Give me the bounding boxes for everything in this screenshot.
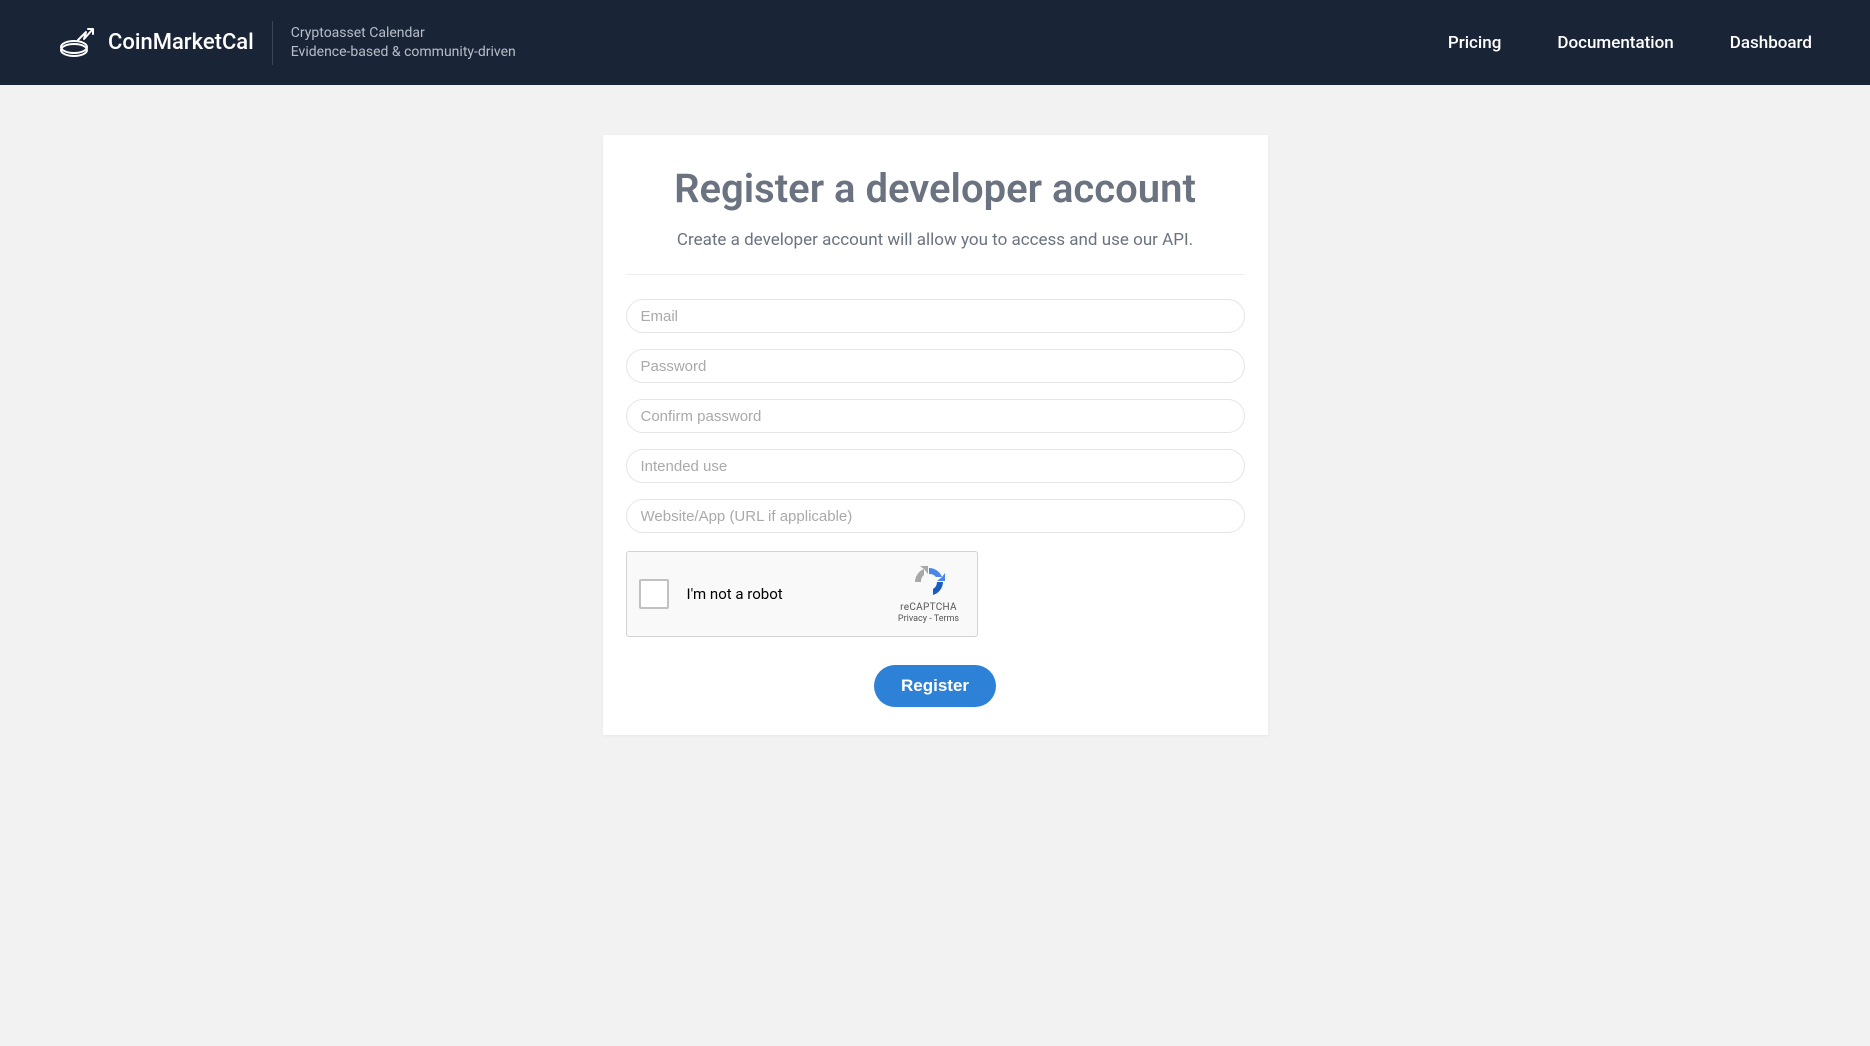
- logo-icon: [58, 27, 98, 59]
- main: Register a developer account Create a de…: [0, 85, 1870, 735]
- header-divider: [272, 21, 273, 65]
- confirm-password-field[interactable]: [626, 399, 1245, 433]
- recaptcha-terms-link[interactable]: Terms: [934, 614, 959, 624]
- register-button[interactable]: Register: [874, 665, 996, 707]
- intended-use-field[interactable]: [626, 449, 1245, 483]
- recaptcha-widget: I'm not a robot reCAPTCHA Privacy - Term…: [626, 551, 978, 637]
- header: CoinMarketCal Cryptoasset Calendar Evide…: [0, 0, 1870, 85]
- nav: Pricing Documentation Dashboard: [1448, 33, 1812, 53]
- recaptcha-checkbox[interactable]: [639, 579, 669, 609]
- tagline: Cryptoasset Calendar Evidence-based & co…: [291, 24, 516, 60]
- nav-dashboard[interactable]: Dashboard: [1730, 33, 1812, 53]
- email-field[interactable]: [626, 299, 1245, 333]
- nav-documentation[interactable]: Documentation: [1557, 33, 1673, 53]
- header-left: CoinMarketCal Cryptoasset Calendar Evide…: [58, 21, 516, 65]
- register-button-wrap: Register: [626, 665, 1245, 707]
- page-title: Register a developer account: [626, 165, 1245, 212]
- website-field[interactable]: [626, 499, 1245, 533]
- password-field[interactable]: [626, 349, 1245, 383]
- register-card: Register a developer account Create a de…: [603, 135, 1268, 735]
- recaptcha-right: reCAPTCHA Privacy - Terms: [893, 564, 965, 624]
- logo-text: CoinMarketCal: [108, 30, 254, 55]
- card-divider: [626, 274, 1245, 275]
- page-subtitle: Create a developer account will allow yo…: [626, 230, 1245, 250]
- recaptcha-privacy-link[interactable]: Privacy: [898, 614, 927, 624]
- recaptcha-label: I'm not a robot: [687, 585, 783, 603]
- tagline-top: Cryptoasset Calendar: [291, 24, 516, 42]
- recaptcha-brand: reCAPTCHA: [900, 602, 957, 613]
- recaptcha-links: Privacy - Terms: [898, 614, 959, 624]
- recaptcha-icon: [911, 564, 947, 600]
- nav-pricing[interactable]: Pricing: [1448, 33, 1502, 53]
- logo-link[interactable]: CoinMarketCal: [58, 27, 254, 59]
- tagline-bottom: Evidence-based & community-driven: [291, 43, 516, 61]
